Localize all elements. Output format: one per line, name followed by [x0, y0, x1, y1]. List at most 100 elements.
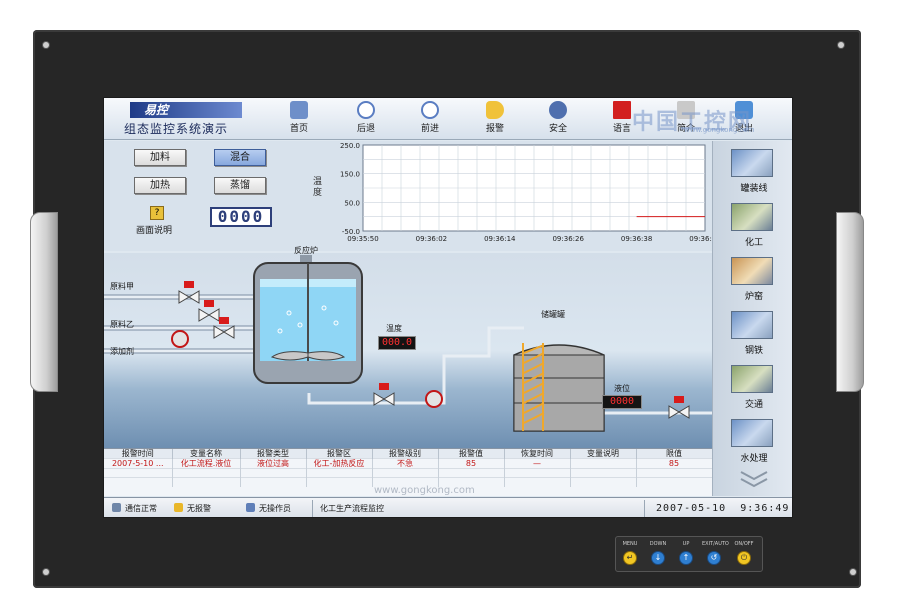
users-icon — [549, 101, 567, 119]
valve-icon[interactable] — [178, 290, 200, 304]
valve-actuator-icon — [674, 396, 684, 403]
alarm-col-header[interactable]: 变量名称 — [172, 449, 241, 459]
table-row[interactable] — [104, 468, 713, 478]
valve-icon[interactable] — [668, 405, 690, 419]
temperature-trend-chart: 250.0150.050.0-50.0 09:35:50 09:36:02 09:3… — [340, 142, 712, 243]
divider — [312, 500, 313, 517]
alarm-col-header[interactable]: 报警区 — [306, 449, 373, 459]
flag-icon — [613, 101, 631, 119]
tank-label: 储罐罐 — [541, 310, 565, 319]
app-subtitle: 组态监控系统演示 — [124, 122, 229, 136]
x-tick-label: 09:35:50 — [347, 235, 378, 243]
x-tick-label: 09:36:14 — [484, 235, 516, 243]
heat-button[interactable]: 加热 — [134, 177, 186, 194]
screw-icon — [850, 569, 856, 575]
screw-icon — [43, 42, 49, 48]
nav-thumb-steel[interactable] — [731, 311, 773, 339]
valve-actuator-icon — [379, 383, 389, 390]
table-row[interactable]: 2007-5-10 ... 化工流程.液位 液位过高 化工-加热反应 不急 85… — [104, 458, 713, 469]
operator-status: 无操作员 — [246, 503, 291, 514]
alarm-col-header[interactable]: 限值 — [636, 449, 713, 459]
add-material-button[interactable]: 加料 — [134, 149, 186, 166]
status-bar: 通信正常 无报警 无操作员 化工生产流程监控 2007-05-10 9:36:4… — [104, 497, 792, 517]
distill-button[interactable]: 蒸馏 — [214, 177, 266, 194]
network-icon — [112, 503, 121, 512]
help-label[interactable]: 画面说明 — [136, 223, 172, 236]
divider — [644, 500, 645, 517]
power-hw-button[interactable]: ⏻ — [737, 551, 751, 565]
home-icon — [290, 101, 308, 119]
chevron-down-icon[interactable] — [737, 469, 771, 489]
temperature-display: 000.0 — [378, 336, 416, 350]
y-ticks: 250.0150.050.0-50.0 — [340, 142, 360, 236]
counter-display: 0000 — [210, 207, 272, 227]
back-arrow-icon — [357, 101, 375, 119]
valve-icon[interactable] — [198, 308, 220, 322]
brand-logo: 易控 — [130, 102, 242, 118]
nav-label[interactable]: 钢铁 — [713, 343, 792, 356]
up-hw-button[interactable]: ↑ — [679, 551, 693, 565]
date-time: 2007-05-10 9:36:49 — [656, 503, 790, 514]
level-label: 液位 — [614, 384, 630, 393]
storage-tank[interactable] — [513, 343, 605, 432]
user-icon — [246, 503, 255, 512]
hardware-button-panel: MENU DOWN UP EXIT/AUTO ON/OFF ↵ ↓ ↑ ↺ ⏻ — [615, 536, 763, 572]
valve-actuator-icon — [184, 281, 194, 288]
alarm-status: 无报警 — [174, 503, 211, 514]
screw-icon — [838, 42, 844, 48]
nav-label[interactable]: 炉窑 — [713, 289, 792, 302]
down-hw-button[interactable]: ↓ — [651, 551, 665, 565]
nav-thumb-chemical[interactable] — [731, 203, 773, 231]
x-tick-label: 09:36:50 — [689, 235, 712, 243]
bell-icon — [486, 101, 504, 119]
nav-label[interactable]: 水处理 — [713, 451, 792, 464]
security-button[interactable]: 安全 — [536, 101, 580, 137]
level-display: 0000 — [602, 395, 642, 409]
alarm-col-header[interactable]: 报警类型 — [240, 449, 307, 459]
comm-status: 通信正常 — [112, 503, 157, 514]
right-handle — [836, 212, 864, 392]
hmi-screen: 易控 组态监控系统演示 首页 后退 前进 报警 安全 语言 简介 退出 中国工控… — [103, 97, 793, 518]
control-panel: 加料 混合 加热 蒸馏 ? 画面说明 0000 温度 250.0 150.0 50.… — [104, 141, 712, 251]
y-tick-label: 150.0 — [340, 171, 360, 179]
help-icon[interactable]: ? — [150, 206, 164, 220]
nav-thumb-traffic[interactable] — [731, 365, 773, 393]
alarm-col-header[interactable]: 报警时间 — [104, 449, 173, 459]
nav-thumb-water[interactable] — [731, 419, 773, 447]
alarm-col-header[interactable]: 报警级别 — [372, 449, 439, 459]
nav-label[interactable]: 交通 — [713, 397, 792, 410]
screen-name: 化工生产流程监控 — [320, 504, 384, 513]
pump-icon[interactable] — [171, 330, 189, 348]
nav-label[interactable]: 化工 — [713, 235, 792, 248]
additive-label: 添加剂 — [110, 347, 134, 356]
nav-thumb-filling-line[interactable] — [731, 149, 773, 177]
home-button[interactable]: 首页 — [277, 101, 321, 137]
temperature-label: 温度 — [386, 324, 402, 333]
back-button[interactable]: 后退 — [344, 101, 388, 137]
alarm-button[interactable]: 报警 — [473, 101, 517, 137]
alarm-col-header[interactable]: 恢复时间 — [504, 449, 571, 459]
alarm-table: 报警时间 变量名称 报警类型 报警区 报警级别 报警值 恢复时间 变量说明 限值… — [104, 448, 713, 496]
x-tick-label: 09:36:26 — [552, 235, 584, 243]
forward-button[interactable]: 前进 — [408, 101, 452, 137]
pump-icon[interactable] — [425, 390, 443, 408]
menu-hw-button[interactable]: ↵ — [623, 551, 637, 565]
exit-auto-hw-button[interactable]: ↺ — [707, 551, 721, 565]
alarm-col-header[interactable]: 报警值 — [438, 449, 505, 459]
x-ticks: 09:35:50 09:36:02 09:36:14 09:36:26 09:36:38… — [347, 235, 712, 243]
nav-label[interactable]: 罐装线 — [713, 181, 792, 194]
nav-thumb-furnace[interactable] — [731, 257, 773, 285]
toolbar: 易控 组态监控系统演示 首页 后退 前进 报警 安全 语言 简介 退出 中国工控… — [104, 98, 792, 140]
material-b-label: 原料乙 — [110, 320, 134, 329]
y-tick-label: 50.0 — [344, 199, 360, 207]
material-a-label: 原料甲 — [110, 282, 134, 291]
reactor[interactable] — [253, 255, 363, 384]
screw-icon — [43, 569, 49, 575]
alarm-col-header[interactable]: 变量说明 — [570, 449, 637, 459]
valve-actuator-icon — [204, 300, 214, 307]
process-diagram: 反应炉 原料甲 原料乙 添加剂 温度 000.0 储罐罐 液位 0000 — [104, 246, 712, 448]
x-tick-label: 09:36:38 — [621, 235, 652, 243]
left-handle — [30, 212, 58, 392]
mix-button[interactable]: 混合 — [214, 149, 266, 166]
y-tick-label: 250.0 — [340, 142, 360, 150]
